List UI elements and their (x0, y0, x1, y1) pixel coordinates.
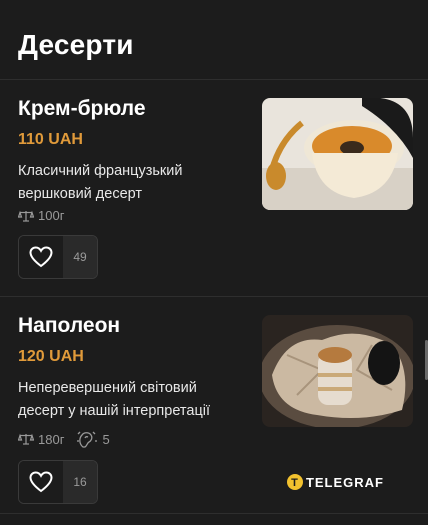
napoleon-photo (262, 315, 413, 427)
heart-icon[interactable] (19, 236, 63, 278)
menu-item-name: Наполеон (18, 314, 121, 337)
like-count: 16 (63, 461, 97, 503)
menu-item-description: Неперевершений світовий десерт у нашій і… (18, 377, 253, 423)
description-line: десерт у нашій інтерпретації (18, 403, 211, 419)
page-title: Десерти (18, 29, 134, 60)
menu-item-card[interactable]: Крем-брюле 110 UAH Класичний французький… (0, 80, 428, 297)
menu-item-description: Класичний французький вершковий десерт (18, 160, 253, 206)
like-count: 49 (63, 236, 97, 278)
weight-value: 100г (38, 208, 65, 223)
weight-info: 100г (18, 208, 64, 223)
scale-icon (18, 210, 34, 222)
allergen-icon (77, 431, 98, 448)
menu-item-meta: 100г (18, 208, 64, 223)
menu-item-price: 110 UAH (18, 131, 83, 148)
allergen-count: 5 (102, 431, 110, 447)
menu-item-meta: 180г 5 (18, 429, 110, 449)
like-button[interactable]: 49 (18, 235, 98, 279)
description-line: вершковий десерт (18, 186, 143, 202)
menu-item-info: Крем-брюле 110 UAH Класичний французький… (18, 96, 253, 206)
menu-page: Десерти Крем-брюле 110 UAH Класичний фра… (0, 0, 428, 525)
description-line: Класичний французький (18, 163, 183, 179)
page-header: Десерти (0, 0, 428, 80)
watermark-text: TELEGRAF (305, 474, 384, 490)
telegraf-logo-icon: T (286, 474, 303, 490)
menu-item-info: Наполеон 120 UAH Неперевершений світовий… (18, 313, 253, 423)
weight-value: 180г (38, 431, 65, 447)
menu-item-price: 120 UAH (18, 348, 84, 365)
allergen-info: 5 (76, 429, 110, 449)
logo-letter: T (291, 477, 299, 489)
scale-icon (18, 433, 34, 445)
heart-icon[interactable] (19, 461, 63, 503)
menu-item-name: Крем-брюле (18, 97, 146, 120)
weight-info: 180г (18, 432, 64, 447)
description-line: Неперевершений світовий (18, 380, 197, 396)
like-button[interactable]: 16 (18, 460, 98, 504)
creme-brulee-photo (262, 98, 413, 210)
telegraf-watermark: T TELEGRAF (286, 474, 384, 490)
